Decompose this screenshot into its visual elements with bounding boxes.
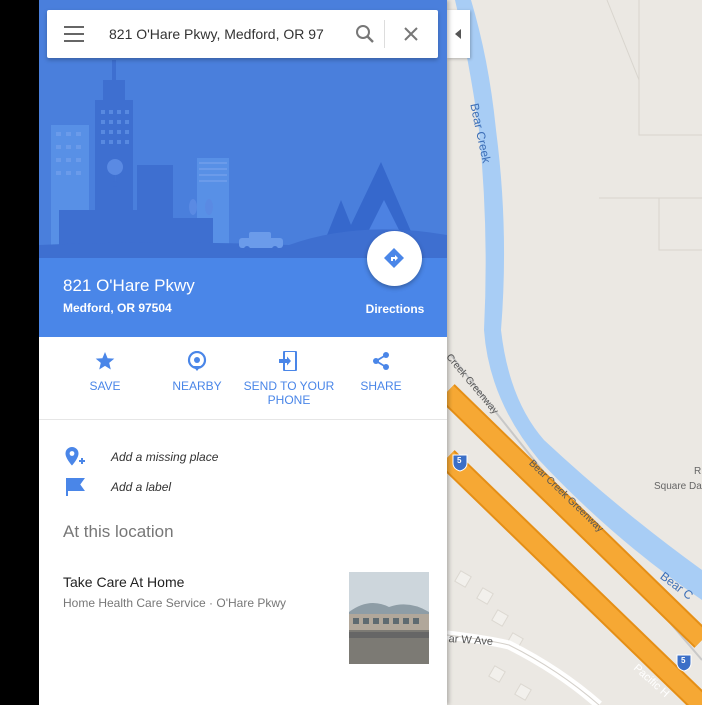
interstate-number: 5 xyxy=(681,656,686,665)
flag-icon xyxy=(66,478,85,496)
directions-icon xyxy=(384,248,404,268)
place-subtitle: Medford, OR 97504 xyxy=(63,301,172,315)
add-missing-place-link[interactable]: Add a missing place xyxy=(39,442,447,472)
menu-icon[interactable] xyxy=(64,26,84,42)
directions-label[interactable]: Directions xyxy=(357,302,433,316)
search-box xyxy=(47,10,438,58)
share-button[interactable]: SHARE xyxy=(335,337,427,419)
place-title: 821 O'Hare Pkwy xyxy=(63,276,195,295)
map-label-poi: R xyxy=(694,466,702,477)
action-bar: SAVE NEARBY SEND TO YOUR PHONE SHARE xyxy=(39,337,447,420)
search-divider xyxy=(384,20,385,48)
nearby-result-item[interactable]: Take Care At Home Home Health Care Servi… xyxy=(39,562,447,672)
location-pin-icon xyxy=(187,351,207,371)
search-input[interactable] xyxy=(109,23,335,45)
add-label-link[interactable]: Add a label xyxy=(39,472,447,502)
result-thumbnail[interactable] xyxy=(349,572,429,664)
star-icon xyxy=(95,352,115,370)
add-missing-place-label: Add a missing place xyxy=(111,450,219,464)
share-icon xyxy=(373,352,389,370)
directions-button[interactable] xyxy=(367,231,422,286)
send-to-phone-button[interactable]: SEND TO YOUR PHONE xyxy=(243,337,335,419)
add-place-icon xyxy=(65,447,85,466)
map-label-poi: Square Da xyxy=(654,481,702,492)
save-button[interactable]: SAVE xyxy=(59,337,151,419)
close-icon[interactable] xyxy=(403,26,419,42)
send-to-phone-icon xyxy=(279,351,297,371)
nearby-label: NEARBY xyxy=(172,379,222,393)
collapse-panel-button[interactable] xyxy=(447,10,470,58)
caret-left-icon xyxy=(455,29,461,39)
save-label: SAVE xyxy=(89,379,121,393)
add-label-label: Add a label xyxy=(111,480,172,494)
interstate-number: 5 xyxy=(457,456,462,465)
nearby-button[interactable]: NEARBY xyxy=(151,337,243,419)
send-to-phone-label: SEND TO YOUR PHONE xyxy=(243,379,335,407)
result-description: Home Health Care Service · O'Hare Pkwy xyxy=(63,596,287,610)
section-title: At this location xyxy=(63,522,174,541)
share-label: SHARE xyxy=(360,379,402,393)
place-panel: 821 O'Hare Pkwy Medford, OR 97504 Direct… xyxy=(39,0,447,705)
result-name: Take Care At Home xyxy=(63,574,185,590)
search-icon[interactable] xyxy=(355,24,375,44)
